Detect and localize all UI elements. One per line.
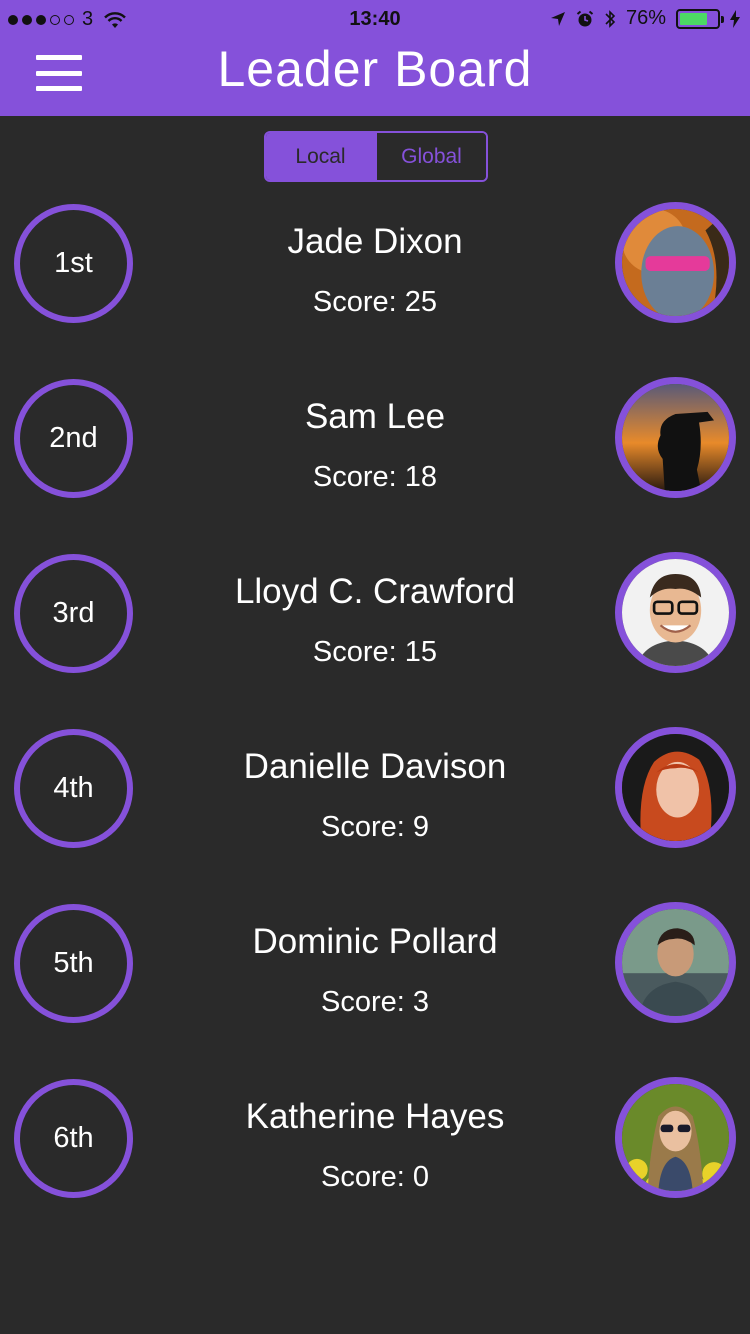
status-right-icons: 76% <box>550 7 740 30</box>
avatar[interactable] <box>615 202 736 323</box>
player-score: Score: 3 <box>321 986 429 1018</box>
avatar-image <box>622 384 729 491</box>
avatar[interactable] <box>615 902 736 1023</box>
avatar-image <box>622 734 729 841</box>
leaderboard-row[interactable]: 5th Dominic Pollard Score: 3 <box>0 900 750 1075</box>
leaderboard-list: 1st Jade Dixon Score: 25 2nd Sam Lee Sco… <box>0 200 750 1250</box>
rank-badge: 2nd <box>14 379 133 498</box>
rank-badge: 4th <box>14 729 133 848</box>
segment-global[interactable]: Global <box>375 133 486 180</box>
leaderboard-row[interactable]: 6th Katherine Hayes Score: 0 <box>0 1075 750 1250</box>
leaderboard-row[interactable]: 4th Danielle Davison Score: 9 <box>0 725 750 900</box>
avatar[interactable] <box>615 552 736 673</box>
avatar-image <box>622 559 729 666</box>
avatar-image <box>622 209 729 316</box>
avatar-image <box>622 1084 729 1191</box>
charging-icon <box>730 9 740 28</box>
rank-badge: 3rd <box>14 554 133 673</box>
player-score: Score: 15 <box>312 636 438 668</box>
leaderboard-row[interactable]: 2nd Sam Lee Score: 18 <box>0 375 750 550</box>
rank-badge: 5th <box>14 904 133 1023</box>
battery-percent: 76% <box>625 7 666 29</box>
segment-local[interactable]: Local <box>266 133 375 180</box>
player-score: Score: 25 <box>312 286 438 318</box>
avatar[interactable] <box>615 727 736 848</box>
header-bar: 3 13:40 76% Leader Board <box>0 0 750 116</box>
location-icon <box>550 11 565 26</box>
rank-badge: 6th <box>14 1079 133 1198</box>
player-name: Jade Dixon <box>287 222 463 261</box>
player-name: Sam Lee <box>304 397 446 436</box>
player-name: Katherine Hayes <box>245 1097 505 1136</box>
bluetooth-icon <box>605 9 616 28</box>
avatar-image <box>622 909 729 1016</box>
player-name: Danielle Davison <box>243 747 507 786</box>
player-name: Dominic Pollard <box>252 922 498 961</box>
scope-segmented-control[interactable]: Local Global <box>264 131 488 182</box>
player-name: Lloyd C. Crawford <box>234 572 516 611</box>
leaderboard-row[interactable]: 3rd Lloyd C. Crawford Score: 15 <box>0 550 750 725</box>
battery-icon <box>676 8 724 29</box>
page-title: Leader Board <box>217 41 533 97</box>
rank-badge: 1st <box>14 204 133 323</box>
player-score: Score: 0 <box>321 1161 429 1193</box>
leaderboard-row[interactable]: 1st Jade Dixon Score: 25 <box>0 200 750 375</box>
player-score: Score: 9 <box>321 811 429 843</box>
player-score: Score: 18 <box>312 461 438 493</box>
alarm-icon <box>576 10 594 26</box>
status-bar: 3 13:40 76% <box>0 0 750 40</box>
avatar[interactable] <box>615 1077 736 1198</box>
avatar[interactable] <box>615 377 736 498</box>
